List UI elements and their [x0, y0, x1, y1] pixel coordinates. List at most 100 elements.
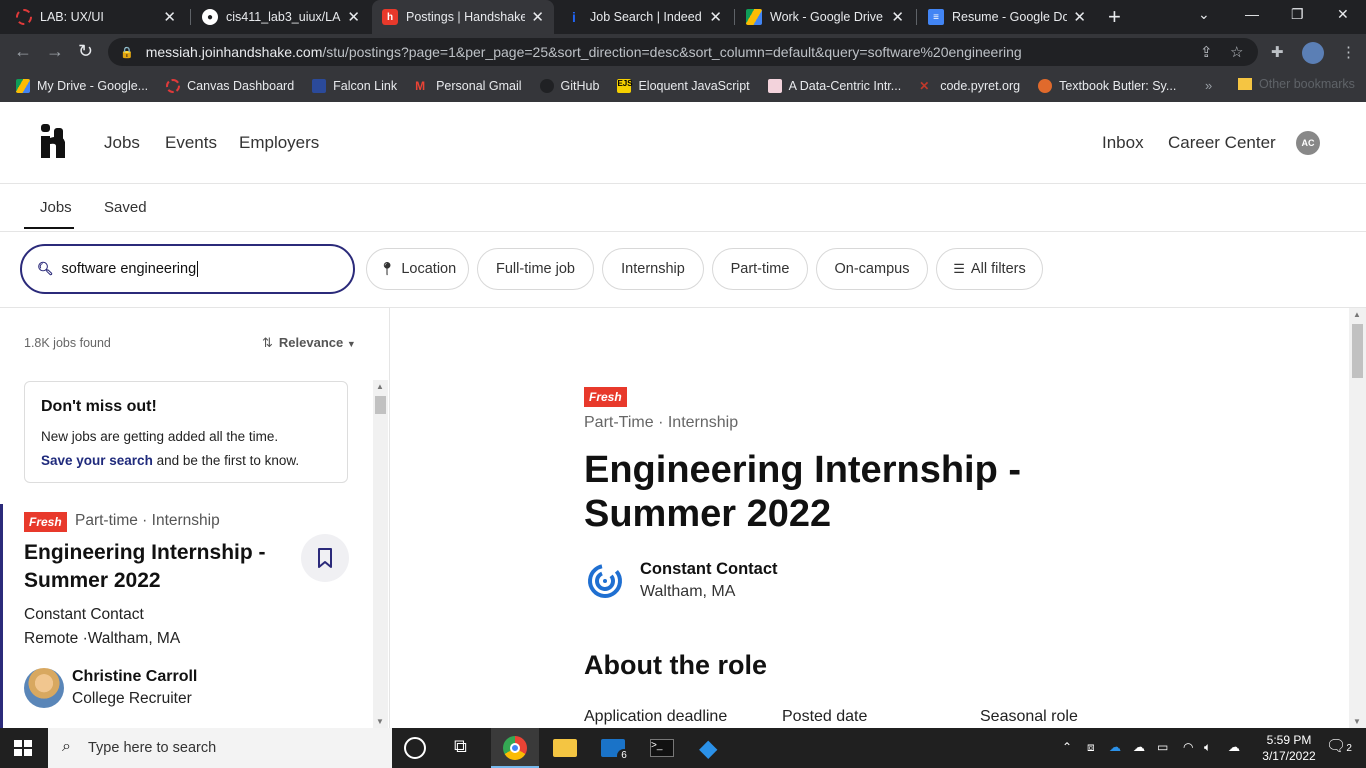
page-scrollbar[interactable]: ▲ ▼: [1349, 308, 1366, 728]
bookmark-label: A Data-Centric Intr...: [788, 79, 902, 93]
scroll-up-icon[interactable]: ▲: [1353, 310, 1361, 319]
browser-tab[interactable]: ● cis411_lab3_uiux/LAB_ ✕: [192, 0, 370, 34]
bookmark-item[interactable]: M Personal Gmail: [415, 79, 521, 93]
scroll-thumb[interactable]: [375, 396, 386, 414]
nav-jobs[interactable]: Jobs: [104, 133, 140, 153]
close-tab-icon[interactable]: ✕: [709, 8, 722, 26]
close-tab-icon[interactable]: ✕: [1073, 8, 1086, 26]
scroll-down-icon[interactable]: ▼: [1353, 717, 1361, 726]
bookmark-item[interactable]: GitHub: [539, 79, 599, 93]
close-window-button[interactable]: ✕: [1337, 6, 1349, 23]
job-card-selected[interactable]: Fresh Part-time · Internship Engineering…: [0, 504, 372, 728]
address-bar[interactable]: 🔒 messiah.joinhandshake.com/stu/postings…: [108, 38, 1258, 66]
volume-icon[interactable]: 🔈︎: [1204, 740, 1211, 755]
tab-jobs[interactable]: Jobs: [24, 199, 74, 229]
bookmark-item[interactable]: A Data-Centric Intr...: [767, 79, 902, 93]
sort-dropdown[interactable]: ⇅ Relevance ▼: [262, 335, 356, 351]
filter-label: Full-time job: [496, 261, 575, 277]
windows-start-icon[interactable]: [14, 740, 32, 756]
company-name[interactable]: Constant Contact: [640, 560, 778, 579]
github-icon: [539, 79, 554, 93]
meet-now-icon[interactable]: ⧈: [1087, 740, 1095, 755]
browser-tab[interactable]: Work - Google Drive ✕: [736, 0, 914, 34]
close-tab-icon[interactable]: ✕: [531, 8, 544, 26]
taskbar-search[interactable]: ⌕ Type here to search: [48, 728, 392, 768]
other-bookmarks[interactable]: Other bookmarks: [1238, 77, 1355, 91]
restore-button[interactable]: ❐: [1291, 6, 1304, 23]
nav-events[interactable]: Events: [165, 133, 217, 153]
tray-overflow-icon[interactable]: ⌃: [1062, 740, 1072, 754]
scroll-up-icon[interactable]: ▲: [376, 382, 384, 391]
tab-search-icon[interactable]: ⌄: [1198, 6, 1210, 23]
nav-inbox[interactable]: Inbox: [1102, 133, 1144, 153]
terminal-icon[interactable]: >_: [650, 739, 674, 757]
file-explorer-icon[interactable]: [553, 739, 577, 757]
reload-icon[interactable]: ↻: [78, 41, 93, 62]
on-campus-filter-button[interactable]: On-campus: [816, 248, 928, 290]
notifications-icon[interactable]: 🗨︎2: [1326, 736, 1352, 756]
tab-saved[interactable]: Saved: [104, 199, 147, 216]
share-icon[interactable]: ⇪: [1200, 43, 1213, 61]
menu-icon[interactable]: ⋮: [1341, 43, 1356, 61]
search-icon: ⌕: [62, 738, 71, 755]
browser-tab-active[interactable]: h Postings | Handshake ✕: [372, 0, 554, 34]
clock[interactable]: 5:59 PM 3/17/2022: [1254, 732, 1324, 764]
browser-tab[interactable]: LAB: UX/UI ✕: [6, 0, 186, 34]
filter-label: Part-time: [730, 261, 790, 277]
onedrive-personal-icon[interactable]: ☁: [1133, 740, 1145, 754]
job-title[interactable]: Engineering Internship - Summer 2022: [24, 539, 304, 595]
new-tab-button[interactable]: +: [1108, 4, 1121, 30]
full-time-filter-button[interactable]: Full-time job: [477, 248, 594, 290]
cortana-icon[interactable]: [404, 737, 426, 759]
location-filter-button[interactable]: 📍︎ Location: [366, 248, 469, 290]
scroll-down-icon[interactable]: ▼: [376, 717, 384, 726]
back-icon[interactable]: ←: [14, 41, 32, 62]
bookmark-item[interactable]: ✕ code.pyret.org: [919, 79, 1020, 93]
task-view-icon[interactable]: ⧉: [454, 736, 478, 760]
wifi-icon[interactable]: ◠: [1183, 740, 1193, 754]
results-count: 1.8K jobs found: [24, 336, 111, 350]
close-tab-icon[interactable]: ✕: [347, 8, 360, 26]
part-time-filter-button[interactable]: Part-time: [712, 248, 808, 290]
save-search-link[interactable]: Save your search: [41, 453, 153, 468]
handshake-logo-icon[interactable]: [41, 124, 71, 158]
fresh-badge: Fresh: [584, 387, 627, 407]
bookmark-item[interactable]: My Drive - Google...: [16, 79, 148, 93]
internship-filter-button[interactable]: Internship: [602, 248, 704, 290]
close-tab-icon[interactable]: ✕: [163, 8, 176, 26]
bookmark-item[interactable]: EJS Eloquent JavaScript: [617, 79, 750, 93]
constant-contact-logo-icon[interactable]: [587, 563, 623, 599]
recruiter-role: College Recruiter: [72, 690, 192, 707]
filter-bar: 🔍︎ software engineering 📍︎ Location Full-…: [0, 232, 1366, 308]
user-avatar[interactable]: AC: [1296, 131, 1320, 155]
bookmarks-overflow-button[interactable]: »: [1205, 78, 1212, 93]
recruiter-name[interactable]: Christine Carroll: [72, 668, 197, 686]
bookmark-item[interactable]: Canvas Dashboard: [166, 79, 294, 93]
bookmark-label: Personal Gmail: [436, 79, 522, 93]
browser-tab[interactable]: ≡ Resume - Google Doc ✕: [918, 0, 1096, 34]
minimize-button[interactable]: —: [1245, 6, 1259, 22]
bookmark-item[interactable]: Falcon Link: [312, 79, 397, 93]
bookmark-button[interactable]: [301, 534, 349, 582]
nav-career-center[interactable]: Career Center: [1168, 133, 1276, 153]
bookmark-star-icon[interactable]: ☆: [1230, 43, 1243, 61]
all-filters-button[interactable]: ☰ All filters: [936, 248, 1043, 290]
vscode-icon[interactable]: ◆: [699, 734, 723, 762]
weather-icon[interactable]: ☁: [1228, 740, 1240, 754]
browser-tab[interactable]: i Job Search | Indeed ✕: [556, 0, 732, 34]
bookmark-item[interactable]: Textbook Butler: Sy...: [1038, 79, 1176, 93]
chrome-taskbar-button[interactable]: [491, 728, 539, 768]
nav-employers[interactable]: Employers: [239, 133, 319, 153]
battery-icon[interactable]: ▭: [1157, 740, 1168, 754]
extensions-icon[interactable]: ✚: [1271, 43, 1284, 61]
profile-avatar[interactable]: [1302, 42, 1324, 64]
close-tab-icon[interactable]: ✕: [891, 8, 904, 26]
onedrive-icon[interactable]: ☁: [1109, 740, 1121, 754]
scroll-thumb[interactable]: [1352, 324, 1363, 378]
forward-icon[interactable]: →: [46, 41, 64, 62]
canvas-icon: [166, 79, 181, 93]
results-scrollbar[interactable]: ▲ ▼: [373, 380, 388, 728]
mail-icon[interactable]: 6: [601, 739, 631, 763]
notification-count: 2: [1346, 743, 1352, 754]
search-input[interactable]: 🔍︎ software engineering: [20, 244, 355, 294]
